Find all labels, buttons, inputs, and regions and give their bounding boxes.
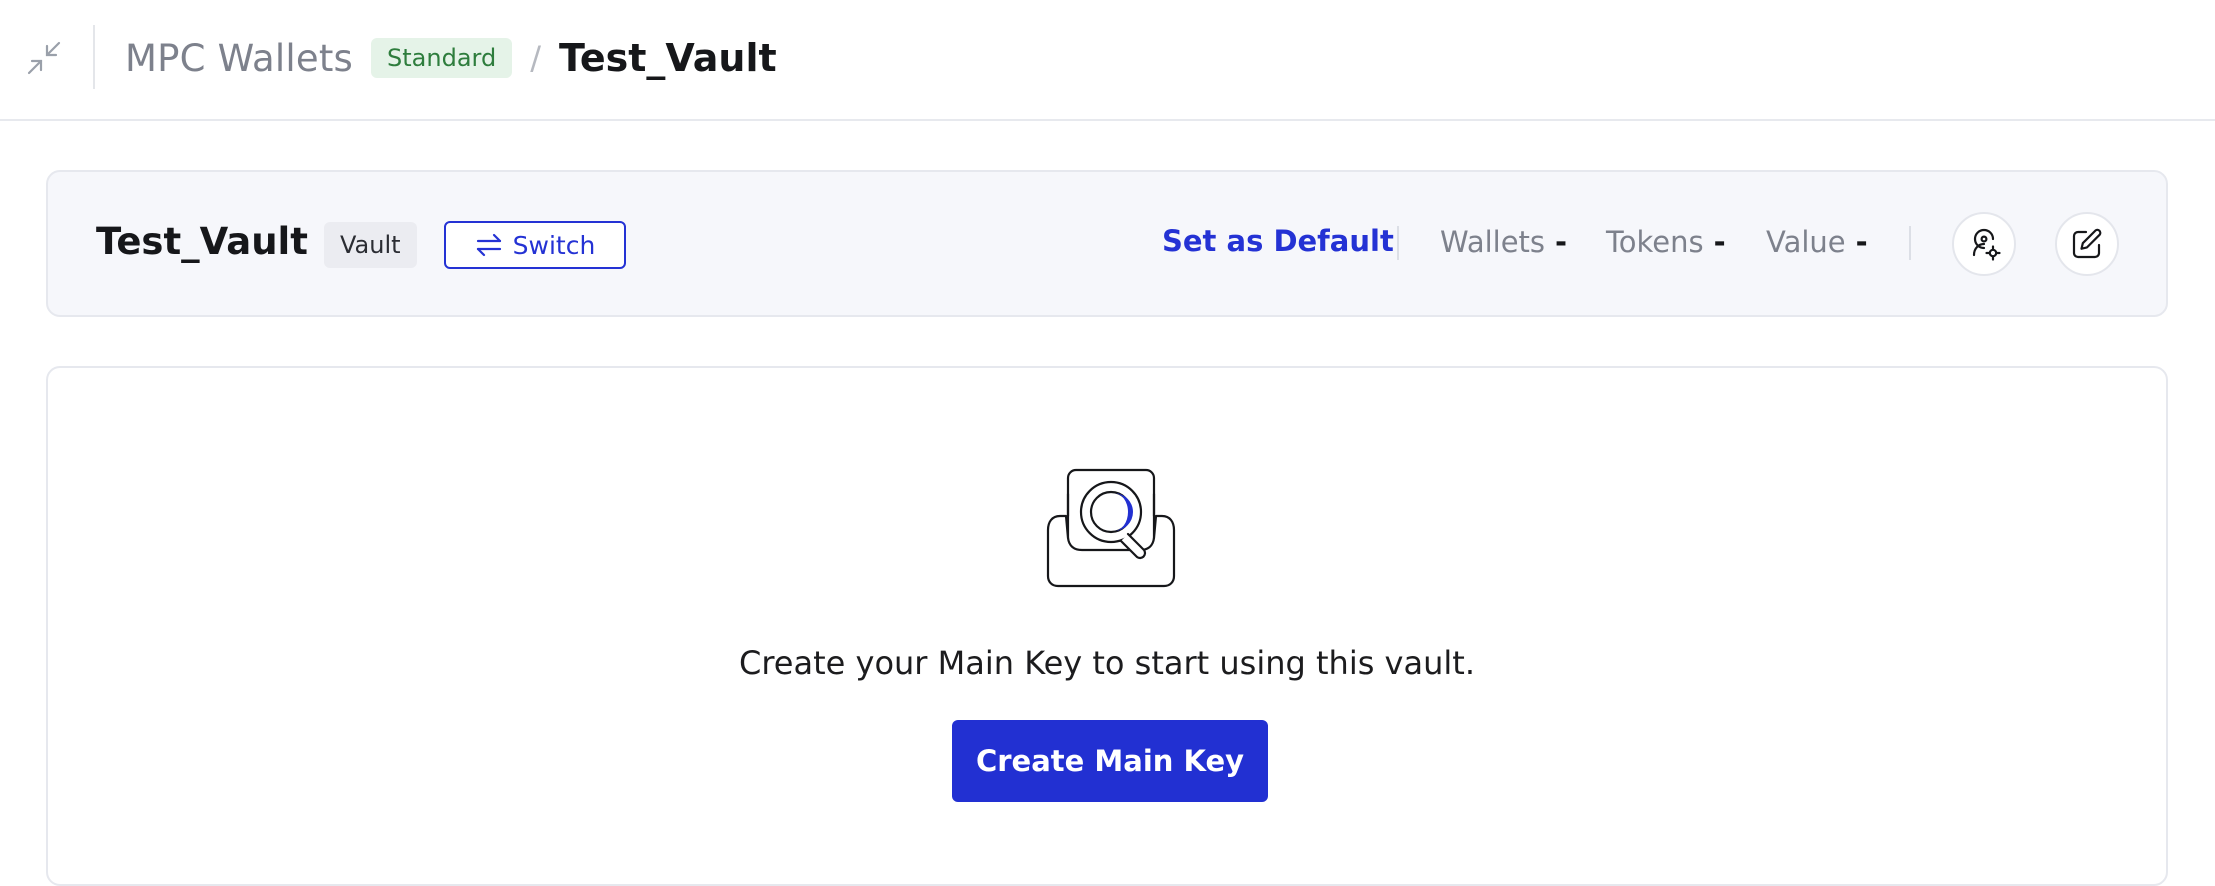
empty-state-card: Create your Main Key to start using this…	[46, 366, 2168, 886]
stat-wallets: Wallets -	[1440, 225, 1567, 259]
user-settings-icon	[1972, 228, 2001, 261]
empty-state-message: Create your Main Key to start using this…	[739, 644, 1475, 682]
header-divider	[93, 25, 95, 89]
switch-button-label: Switch	[512, 230, 596, 260]
stat-value-value: -	[1855, 225, 1868, 259]
stat-tokens: Tokens -	[1606, 225, 1726, 259]
plan-badge: Standard	[371, 38, 513, 78]
breadcrumb-root-link[interactable]: MPC Wallets	[125, 37, 353, 80]
stats-divider-left	[1397, 226, 1399, 260]
stat-wallets-value: -	[1555, 225, 1568, 259]
stat-wallets-label: Wallets	[1440, 225, 1546, 259]
stat-value-label: Value	[1766, 225, 1846, 259]
set-as-default-link[interactable]: Set as Default	[1162, 224, 1394, 258]
stats-divider-right	[1909, 226, 1911, 260]
swap-arrows-icon	[476, 233, 501, 257]
create-main-key-button[interactable]: Create Main Key	[952, 720, 1268, 802]
vault-type-chip: Vault	[324, 222, 417, 268]
top-header: MPC Wallets Standard / Test_Vault	[0, 0, 2215, 121]
page-title: Test_Vault	[559, 36, 777, 80]
stat-tokens-value: -	[1713, 225, 1726, 259]
stat-value: Value -	[1766, 225, 1868, 259]
breadcrumb: MPC Wallets Standard / Test_Vault	[125, 30, 777, 86]
vault-name: Test_Vault	[96, 220, 308, 263]
edit-vault-button[interactable]	[2055, 212, 2119, 276]
stat-tokens-label: Tokens	[1606, 225, 1704, 259]
user-settings-button[interactable]	[1952, 212, 2016, 276]
edit-icon	[2072, 228, 2102, 259]
vault-summary-card: Test_Vault Vault Switch Set as Default W…	[46, 170, 2168, 317]
switch-vault-button[interactable]: Switch	[444, 221, 626, 269]
inbox-search-icon	[1046, 468, 1176, 588]
breadcrumb-separator: /	[530, 39, 541, 77]
collapse-icon[interactable]	[22, 36, 66, 80]
